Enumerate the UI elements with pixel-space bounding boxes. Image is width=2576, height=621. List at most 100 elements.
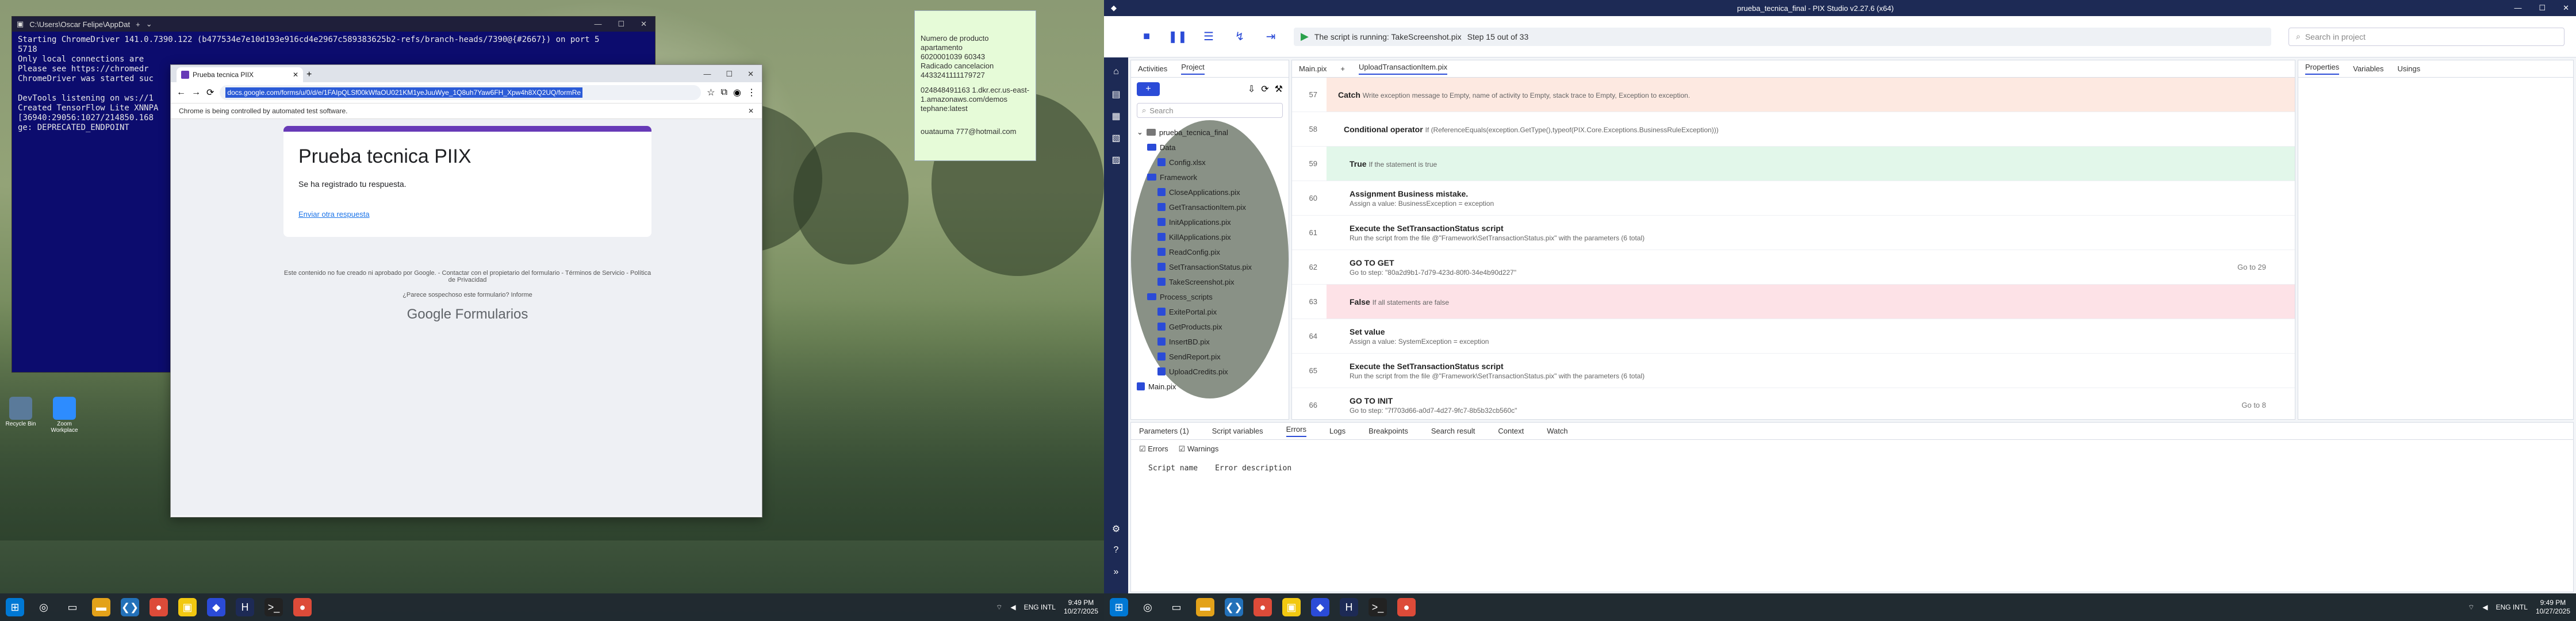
add-icon[interactable]: + (1137, 82, 1160, 96)
script-line[interactable]: 62 GO TO GET Go to step: "80a2d9b1-7d79-42… (1292, 250, 2295, 285)
tab-usings[interactable]: Usings (2397, 64, 2420, 73)
bottom-tab[interactable]: Watch (1547, 427, 1567, 435)
tree-file[interactable]: KillApplications.pix (1137, 229, 1283, 244)
chrome-window[interactable]: Prueba tecnica PIIX ✕ + — ☐ ✕ ← → ⟳ docs… (170, 64, 762, 518)
add-tab-icon[interactable]: + (1340, 64, 1345, 73)
console-titlebar[interactable]: ▣ C:\Users\Oscar Felipe\AppDat + ⌄ — ☐ ✕ (12, 17, 655, 32)
file-explorer-icon[interactable]: ▬ (1196, 598, 1214, 616)
tab-project[interactable]: Project (1181, 63, 1205, 75)
script-line[interactable]: 65 Execute the SetTransactionStatus scrip… (1292, 354, 2295, 388)
script-line[interactable]: 59 True If the statement is true (1292, 147, 2295, 181)
chevron-down-icon[interactable]: ⌄ (146, 20, 152, 29)
tree-folder[interactable]: Data (1137, 140, 1283, 155)
step-over-icon[interactable]: ↯ (1232, 29, 1248, 45)
pix-robot-icon[interactable]: H (1340, 598, 1358, 616)
bottom-tab[interactable]: Logs (1329, 427, 1346, 435)
tree-file[interactable]: TakeScreenshot.pix (1137, 274, 1283, 289)
forward-icon[interactable]: → (191, 87, 201, 98)
desktop-icon-zoom[interactable]: Zoom Workplace (48, 397, 80, 434)
tree-file[interactable]: SendReport.pix (1137, 349, 1283, 364)
tree-root[interactable]: ⌄ prueba_tecnica_final (1137, 125, 1283, 140)
script-line[interactable]: 57 Catch Write exception message to Empty… (1292, 78, 2295, 112)
volume-icon[interactable]: ◀ (2482, 603, 2487, 611)
bottom-tab[interactable]: Errors (1286, 425, 1306, 437)
project-search[interactable]: ⌕ Search (1137, 103, 1283, 118)
tab-variables[interactable]: Variables (2353, 64, 2383, 73)
pix-studio-icon[interactable]: ◆ (207, 598, 225, 616)
tree-file[interactable]: UploadCredits.pix (1137, 364, 1283, 379)
tree-folder[interactable]: Process_scripts (1137, 289, 1283, 304)
bottom-tab[interactable]: Script variables (1212, 427, 1263, 435)
address-bar[interactable]: docs.google.com/forms/u/0/d/e/1FAIpQLSf0… (220, 85, 702, 100)
publish-icon[interactable]: ▨ (1110, 154, 1122, 167)
minimize-icon[interactable]: — (703, 70, 711, 79)
lang-indicator[interactable]: ENG INTL (2496, 603, 2528, 611)
tree-folder[interactable]: Framework (1137, 170, 1283, 185)
sticky-notes-icon[interactable]: ▣ (178, 598, 197, 616)
tree-file[interactable]: InsertBD.pix (1137, 334, 1283, 349)
tree-file[interactable]: InitApplications.pix (1137, 214, 1283, 229)
script-line[interactable]: 60 Assignment Business mistake. Assign a v… (1292, 181, 2295, 216)
import-icon[interactable]: ⇩ (1248, 83, 1255, 95)
tree-file[interactable]: ExitePortal.pix (1137, 304, 1283, 319)
chrome-tab[interactable]: Prueba tecnica PIIX ✕ (177, 67, 303, 82)
close-icon[interactable]: ✕ (293, 71, 298, 79)
new-tab-icon[interactable]: + (136, 20, 140, 29)
close-icon[interactable]: ✕ (747, 70, 754, 79)
terminal-icon[interactable]: >_ (264, 598, 283, 616)
clock[interactable]: 9:49 PM 10/27/2025 (2536, 599, 2570, 616)
pix-studio-window[interactable]: ◆ prueba_tecnica_final - PIX Studio v2.2… (1104, 0, 2576, 593)
tools-icon[interactable]: ⚒ (1275, 83, 1283, 95)
close-icon[interactable]: ✕ (2563, 3, 2569, 13)
chrome-icon[interactable]: ● (293, 598, 312, 616)
step-into-icon[interactable]: ☰ (1201, 29, 1217, 45)
stop-icon[interactable]: ■ (1138, 29, 1155, 45)
tree-file[interactable]: GetProducts.pix (1137, 319, 1283, 334)
open-icon[interactable]: ▦ (1110, 110, 1122, 123)
terminal-icon[interactable]: >_ (1368, 598, 1387, 616)
maximize-icon[interactable]: ☐ (618, 20, 624, 29)
desktop-icon-recycle-bin[interactable]: Recycle Bin (5, 397, 37, 427)
lang-indicator[interactable]: ENG INTL (1024, 603, 1056, 611)
vscode-icon[interactable]: ❮❯ (121, 598, 139, 616)
vscode-icon[interactable]: ❮❯ (1225, 598, 1243, 616)
maximize-icon[interactable]: ☐ (726, 70, 733, 79)
editor-tab[interactable]: Main.pix (1299, 64, 1327, 73)
script-line[interactable]: 66 GO TO INIT Go to step: "7f703d66-a0d7-4… (1292, 388, 2295, 423)
home-icon[interactable]: ⌂ (1110, 67, 1122, 79)
task-view-icon[interactable]: ▭ (63, 598, 82, 616)
script-line[interactable]: 64 Set value Assign a value: SystemExcepti… (1292, 319, 2295, 354)
tree-file[interactable]: SetTransactionStatus.pix (1137, 259, 1283, 274)
reload-icon[interactable]: ⟳ (206, 87, 214, 98)
tree-file[interactable]: CloseApplications.pix (1137, 185, 1283, 200)
script-line[interactable]: 61 Execute the SetTransactionStatus scrip… (1292, 216, 2295, 250)
chrome-icon[interactable]: ● (1254, 598, 1272, 616)
menu-icon[interactable]: ⋮ (747, 87, 756, 98)
minimize-icon[interactable]: — (594, 20, 601, 29)
step-out-icon[interactable]: ⇥ (1263, 29, 1279, 45)
bottom-tab[interactable]: Parameters (1) (1139, 427, 1189, 435)
widgets-icon[interactable]: ◎ (34, 598, 53, 616)
new-tab-icon[interactable]: + (306, 70, 312, 82)
sticky-notes-icon[interactable]: ▣ (1282, 598, 1301, 616)
tab-activities[interactable]: Activities (1138, 64, 1167, 73)
pix-studio-icon[interactable]: ◆ (1311, 598, 1329, 616)
pix-titlebar[interactable]: ◆ prueba_tecnica_final - PIX Studio v2.2… (1104, 0, 2576, 16)
tree-file[interactable]: ReadConfig.pix (1137, 244, 1283, 259)
bottom-tab[interactable]: Context (1498, 427, 1524, 435)
close-icon[interactable]: ✕ (641, 20, 647, 29)
script-line[interactable]: 63 False If all statements are false (1292, 285, 2295, 319)
volume-icon[interactable]: ◀ (1010, 603, 1015, 611)
profile-icon[interactable]: ◉ (733, 87, 741, 98)
export-icon[interactable]: ▧ (1110, 132, 1122, 145)
submit-another-link[interactable]: Enviar otra respuesta (298, 210, 370, 218)
widgets-icon[interactable]: ◎ (1138, 598, 1157, 616)
collapse-icon[interactable]: » (1110, 567, 1122, 580)
wifi-icon[interactable]: ⌔ (2468, 603, 2474, 612)
warnings-filter[interactable]: ☑ Warnings (1179, 444, 1219, 454)
chrome-icon[interactable]: ● (150, 598, 168, 616)
extensions-icon[interactable]: ⧉ (721, 87, 727, 98)
back-icon[interactable]: ← (177, 87, 186, 98)
settings-icon[interactable]: ⚙ (1110, 523, 1122, 536)
pause-icon[interactable]: ❚❚ (1168, 29, 1187, 45)
